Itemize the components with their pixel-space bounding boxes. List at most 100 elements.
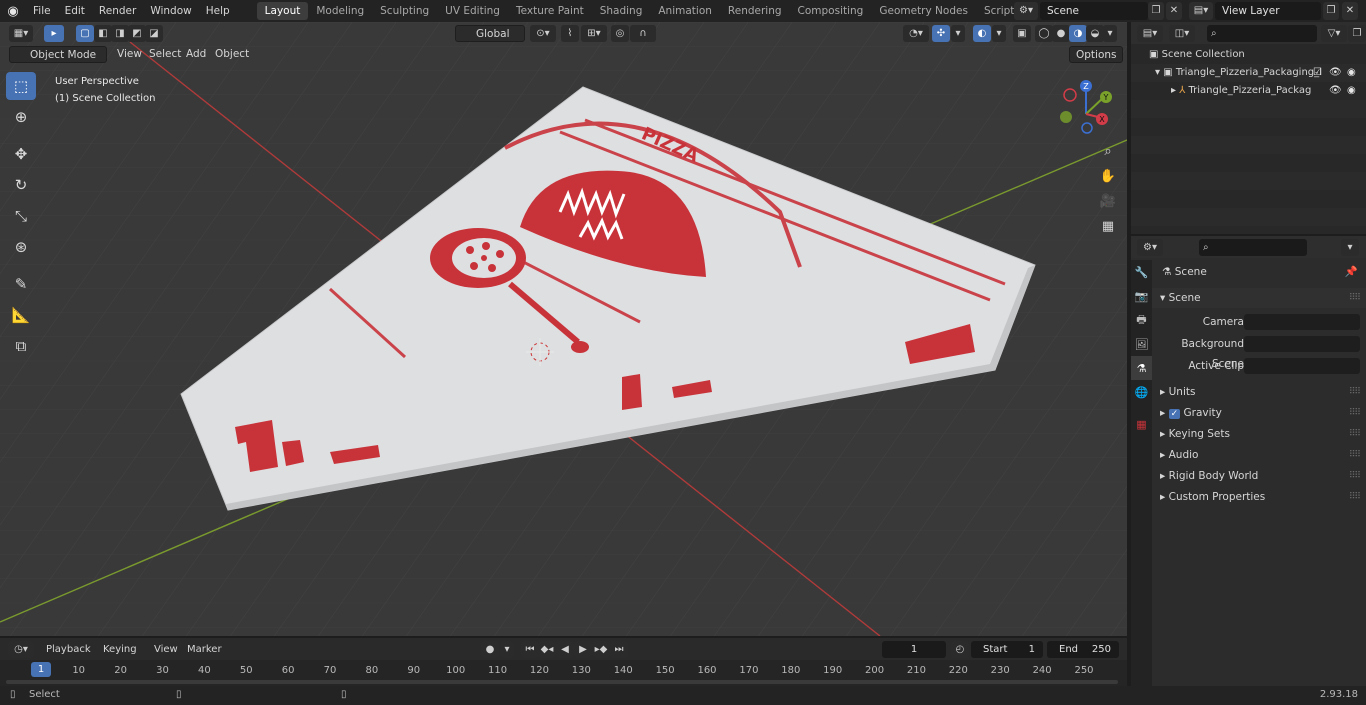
snap-icon[interactable]: ⌇ xyxy=(561,25,579,42)
menu-add[interactable]: Add xyxy=(180,46,212,63)
custom-properties-panel[interactable]: ▸ Custom Properties ⠿⠿ xyxy=(1152,487,1366,507)
shading-dropdown-icon[interactable]: ▾ xyxy=(1103,25,1117,42)
texture-tab-icon[interactable]: ▦ xyxy=(1131,412,1152,436)
ortho-toggle-icon[interactable]: ▦ xyxy=(1097,215,1119,237)
include-checkbox[interactable]: ☑ xyxy=(1313,64,1322,82)
jump-start-icon[interactable]: ⏮ xyxy=(521,641,539,658)
properties-search-input[interactable]: ⌕ xyxy=(1199,239,1307,256)
add-cube-tool-icon[interactable]: ⧉ xyxy=(6,332,36,360)
shading-rendered-icon[interactable]: ◒ xyxy=(1086,25,1104,42)
scene-panel-header[interactable]: ▾ Scene ⠿⠿ xyxy=(1152,288,1366,308)
record-icon[interactable]: ● xyxy=(481,641,499,658)
zoom-icon[interactable]: ⌕ xyxy=(1097,140,1119,162)
background-scene-field[interactable] xyxy=(1244,336,1360,352)
output-tab-icon[interactable]: 🖶 xyxy=(1131,308,1152,332)
gizmo-dropdown-icon[interactable]: ▾ xyxy=(951,25,965,42)
active-clip-field[interactable] xyxy=(1244,358,1360,374)
gizmo-toggle-icon[interactable]: ✣ xyxy=(932,25,950,42)
pan-hand-icon[interactable]: ✋ xyxy=(1097,165,1119,187)
outliner-row-scene-collection[interactable]: ▣ Scene Collection xyxy=(1131,46,1366,64)
start-frame-field[interactable]: Start 1 xyxy=(971,641,1043,658)
outliner-editor-icon[interactable]: ▤▾ xyxy=(1137,25,1163,42)
timeline-editor-icon[interactable]: ◷▾ xyxy=(8,641,34,658)
drag-handle-icon[interactable]: ⠿⠿ xyxy=(1349,424,1361,444)
select-new-icon[interactable]: ▢ xyxy=(76,25,94,42)
delete-scene-icon[interactable]: ✕ xyxy=(1166,2,1182,20)
new-collection-icon[interactable]: ❐ xyxy=(1348,25,1366,42)
orientation-dropdown[interactable]: Global xyxy=(455,25,525,42)
mode-dropdown[interactable]: Object Mode xyxy=(9,46,107,63)
audio-panel[interactable]: ▸ Audio ⠿⠿ xyxy=(1152,445,1366,465)
expand-arrow-icon[interactable]: ▸ xyxy=(1171,85,1179,96)
drag-handle-icon[interactable]: ⠿⠿ xyxy=(1349,403,1361,423)
tool-tab-icon[interactable]: 🔧 xyxy=(1131,260,1152,284)
select-invert-icon[interactable]: ◩ xyxy=(128,25,146,42)
prev-keyframe-icon[interactable]: ◆◂ xyxy=(538,641,556,658)
transform-tool-icon[interactable]: ⊛ xyxy=(6,233,36,261)
tab-uv-editing[interactable]: UV Editing xyxy=(437,2,508,20)
new-view-layer-icon[interactable]: ❐ xyxy=(1323,2,1339,20)
cursor-tool-icon[interactable]: ⊕ xyxy=(6,103,36,131)
display-mode-icon[interactable]: ◫▾ xyxy=(1169,25,1195,42)
menu-render[interactable]: Render xyxy=(92,0,143,22)
visibility-icon[interactable]: ◔▾ xyxy=(903,25,929,42)
properties-editor-icon[interactable]: ⚙▾ xyxy=(1137,239,1163,256)
record-dropdown-icon[interactable]: ▾ xyxy=(500,641,514,658)
menu-playback[interactable]: Playback xyxy=(41,641,96,658)
camera-field[interactable] xyxy=(1244,314,1360,330)
tab-shading[interactable]: Shading xyxy=(592,2,651,20)
select-box-icon[interactable]: ⬚ xyxy=(6,72,36,100)
tab-layout[interactable]: Layout xyxy=(256,2,309,20)
end-frame-field[interactable]: End 250 xyxy=(1047,641,1119,658)
play-reverse-icon[interactable]: ◀ xyxy=(556,641,574,658)
annotate-tool-icon[interactable]: ✎ xyxy=(6,270,36,298)
filter-icon[interactable]: ▽▾ xyxy=(1321,25,1347,42)
options-dropdown[interactable]: Options xyxy=(1069,46,1123,63)
shading-solid-icon[interactable]: ● xyxy=(1052,25,1070,42)
menu-file[interactable]: File xyxy=(26,0,58,22)
blender-logo-icon[interactable]: ◉ xyxy=(0,0,26,22)
scene-tab-icon[interactable]: ⚗ xyxy=(1131,356,1152,380)
camera-render-icon[interactable]: ◉ xyxy=(1347,64,1356,82)
scale-tool-icon[interactable]: ⤡ xyxy=(6,202,36,230)
outliner-row-object[interactable]: ▸ ⅄ Triangle_Pizzeria_Packag 👁 ◉ xyxy=(1131,82,1366,100)
menu-help[interactable]: Help xyxy=(199,0,237,22)
next-keyframe-icon[interactable]: ▸◆ xyxy=(592,641,610,658)
proportional-edit-icon[interactable]: ◎ xyxy=(611,25,629,42)
pin-icon[interactable]: 📌 xyxy=(1345,262,1358,282)
tab-compositing[interactable]: Compositing xyxy=(790,2,872,20)
view-layer-tab-icon[interactable]: 🖼 xyxy=(1131,332,1152,356)
select-tool-icon[interactable]: ▸ xyxy=(44,25,64,42)
menu-window[interactable]: Window xyxy=(143,0,198,22)
move-tool-icon[interactable]: ✥ xyxy=(6,140,36,168)
stopwatch-icon[interactable]: ◴ xyxy=(951,641,969,658)
properties-options-icon[interactable]: ▾ xyxy=(1341,239,1359,256)
units-panel[interactable]: ▸ Units ⠿⠿ xyxy=(1152,382,1366,402)
tab-animation[interactable]: Animation xyxy=(650,2,720,20)
eye-icon[interactable]: 👁 xyxy=(1329,64,1342,82)
overlay-toggle-icon[interactable]: ◐ xyxy=(973,25,991,42)
outliner-search-input[interactable]: ⌕ xyxy=(1207,25,1317,42)
timeline[interactable]: ◷▾ Playback Keying View Marker ● ▾ ⏮ ◆◂ … xyxy=(0,638,1127,686)
tab-modeling[interactable]: Modeling xyxy=(308,2,372,20)
render-tab-icon[interactable]: 📷 xyxy=(1131,284,1152,308)
tab-sculpting[interactable]: Sculpting xyxy=(372,2,437,20)
pivot-icon[interactable]: ⊙▾ xyxy=(530,25,556,42)
rotate-tool-icon[interactable]: ↻ xyxy=(6,171,36,199)
menu-timeline-view[interactable]: View xyxy=(149,641,183,658)
select-intersect-icon[interactable]: ◪ xyxy=(145,25,163,42)
camera-render-icon[interactable]: ◉ xyxy=(1347,82,1356,100)
new-scene-icon[interactable]: ❐ xyxy=(1148,2,1164,20)
select-subtract-icon[interactable]: ◨ xyxy=(111,25,129,42)
jump-end-icon[interactable]: ⏭ xyxy=(610,641,628,658)
select-extend-icon[interactable]: ◧ xyxy=(94,25,112,42)
overlay-dropdown-icon[interactable]: ▾ xyxy=(992,25,1006,42)
menu-marker[interactable]: Marker xyxy=(182,641,227,658)
menu-object[interactable]: Object xyxy=(209,46,255,63)
view-layer-field[interactable]: View Layer xyxy=(1215,2,1321,20)
menu-edit[interactable]: Edit xyxy=(58,0,92,22)
drag-handle-icon[interactable]: ⠿⠿ xyxy=(1349,487,1361,507)
3d-viewport[interactable]: PIZZA Z Y X ▦▾ ▸ ▢ ◧ ◨ ◩ ◪ Object Mode V… xyxy=(0,22,1127,636)
timeline-scrollbar[interactable] xyxy=(6,680,1118,684)
tab-texture-paint[interactable]: Texture Paint xyxy=(508,2,592,20)
